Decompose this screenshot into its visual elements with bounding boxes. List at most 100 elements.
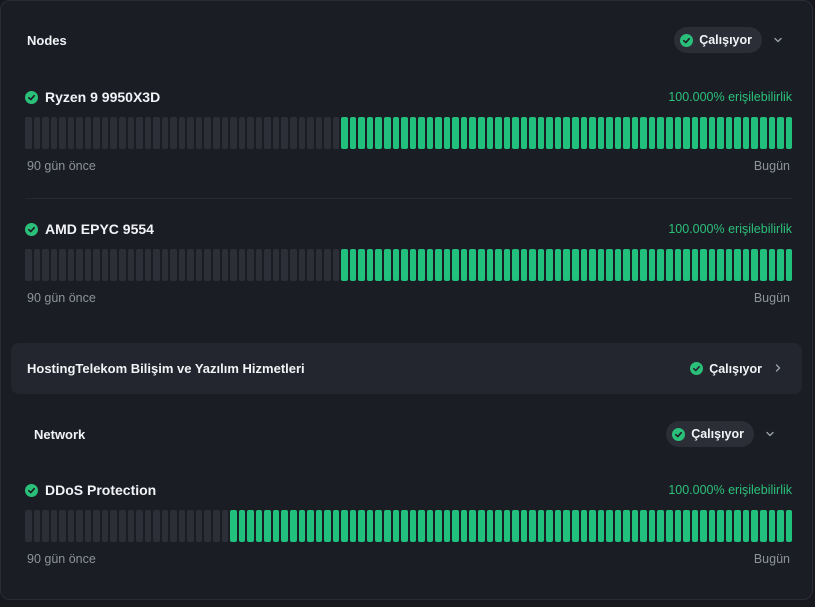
uptime-bar-up[interactable]	[495, 249, 502, 281]
uptime-bar-up[interactable]	[477, 249, 485, 281]
uptime-bar-up[interactable]	[717, 249, 724, 281]
uptime-bar-up[interactable]	[324, 510, 331, 542]
uptime-bar-up[interactable]	[700, 117, 707, 149]
uptime-bar-up[interactable]	[460, 249, 468, 281]
uptime-bar-up[interactable]	[383, 510, 391, 542]
uptime-bar-nodata[interactable]	[127, 117, 135, 149]
uptime-bar-up[interactable]	[640, 510, 647, 542]
uptime-bar-up[interactable]	[341, 249, 348, 281]
uptime-bar-up[interactable]	[760, 249, 767, 281]
uptime-bar-up[interactable]	[341, 117, 348, 149]
uptime-bar-nodata[interactable]	[25, 117, 32, 149]
uptime-bar-up[interactable]	[230, 510, 237, 542]
uptime-bar-nodata[interactable]	[59, 117, 66, 149]
uptime-bar-nodata[interactable]	[230, 249, 237, 281]
uptime-bar-up[interactable]	[358, 510, 365, 542]
uptime-bar-nodata[interactable]	[93, 249, 100, 281]
uptime-bar-nodata[interactable]	[298, 249, 306, 281]
uptime-bar-nodata[interactable]	[59, 249, 66, 281]
uptime-bar-nodata[interactable]	[213, 117, 220, 149]
uptime-bar-up[interactable]	[443, 117, 451, 149]
uptime-bar-up[interactable]	[546, 117, 553, 149]
uptime-bar-up[interactable]	[700, 249, 707, 281]
uptime-bar-up[interactable]	[572, 249, 579, 281]
uptime-bar-nodata[interactable]	[50, 249, 58, 281]
uptime-bar-up[interactable]	[768, 249, 776, 281]
uptime-bar-nodata[interactable]	[101, 117, 109, 149]
uptime-bar-up[interactable]	[614, 117, 622, 149]
uptime-bar-up[interactable]	[742, 117, 750, 149]
uptime-bar-nodata[interactable]	[84, 117, 92, 149]
uptime-bar-up[interactable]	[546, 510, 553, 542]
uptime-bar-nodata[interactable]	[136, 510, 143, 542]
uptime-bar-up[interactable]	[495, 117, 502, 149]
uptime-bar-up[interactable]	[409, 117, 417, 149]
uptime-bar-nodata[interactable]	[187, 249, 194, 281]
uptime-bar-up[interactable]	[375, 510, 382, 542]
uptime-bar-nodata[interactable]	[119, 510, 126, 542]
uptime-bar-nodata[interactable]	[324, 249, 331, 281]
uptime-bar-nodata[interactable]	[144, 510, 152, 542]
uptime-bar-up[interactable]	[409, 249, 417, 281]
uptime-bar-up[interactable]	[717, 510, 724, 542]
uptime-bar-up[interactable]	[785, 117, 793, 149]
uptime-bar-nodata[interactable]	[161, 249, 169, 281]
uptime-bar-nodata[interactable]	[101, 249, 109, 281]
uptime-bar-up[interactable]	[426, 249, 434, 281]
uptime-bar-nodata[interactable]	[110, 510, 118, 542]
uptime-bar-nodata[interactable]	[247, 249, 254, 281]
uptime-bar-up[interactable]	[529, 117, 536, 149]
uptime-bar-nodata[interactable]	[204, 249, 212, 281]
uptime-bar-up[interactable]	[537, 117, 545, 149]
uptime-bar-nodata[interactable]	[153, 117, 160, 149]
uptime-bar-up[interactable]	[341, 510, 348, 542]
uptime-bar-nodata[interactable]	[84, 510, 92, 542]
uptime-bar-nodata[interactable]	[187, 510, 194, 542]
uptime-bar-nodata[interactable]	[161, 117, 169, 149]
uptime-bar-nodata[interactable]	[332, 117, 340, 149]
uptime-bar-nodata[interactable]	[324, 117, 331, 149]
uptime-bar-up[interactable]	[640, 117, 647, 149]
uptime-bar-nodata[interactable]	[119, 249, 126, 281]
uptime-bar-nodata[interactable]	[255, 117, 263, 149]
uptime-bar-nodata[interactable]	[315, 249, 323, 281]
uptime-bar-up[interactable]	[289, 510, 297, 542]
uptime-bar-nodata[interactable]	[42, 510, 49, 542]
uptime-bar-nodata[interactable]	[170, 249, 177, 281]
chevron-down-icon[interactable]	[770, 33, 786, 48]
uptime-bar-nodata[interactable]	[67, 117, 75, 149]
uptime-bar-nodata[interactable]	[76, 249, 83, 281]
uptime-bar-nodata[interactable]	[170, 117, 177, 149]
uptime-bar-up[interactable]	[666, 510, 673, 542]
uptime-bar-nodata[interactable]	[50, 117, 58, 149]
uptime-bar-up[interactable]	[520, 117, 528, 149]
uptime-bar-nodata[interactable]	[178, 510, 186, 542]
uptime-bar-nodata[interactable]	[170, 510, 177, 542]
uptime-bar-nodata[interactable]	[178, 117, 186, 149]
uptime-bar-up[interactable]	[631, 117, 639, 149]
uptime-bar-up[interactable]	[725, 249, 733, 281]
uptime-bar-up[interactable]	[606, 117, 613, 149]
uptime-bar-up[interactable]	[572, 510, 579, 542]
uptime-bar-nodata[interactable]	[42, 249, 49, 281]
uptime-bar-up[interactable]	[469, 249, 476, 281]
uptime-bar-nodata[interactable]	[230, 117, 237, 149]
uptime-bar-up[interactable]	[691, 117, 699, 149]
uptime-bar-up[interactable]	[486, 249, 494, 281]
uptime-bar-up[interactable]	[452, 117, 459, 149]
uptime-bar-nodata[interactable]	[144, 117, 152, 149]
uptime-bar-up[interactable]	[486, 510, 494, 542]
uptime-bar-nodata[interactable]	[127, 249, 135, 281]
uptime-bar-nodata[interactable]	[127, 510, 135, 542]
nodes-section-header[interactable]: Nodes Çalışıyor	[11, 15, 802, 65]
uptime-bar-nodata[interactable]	[204, 510, 212, 542]
uptime-bar-up[interactable]	[383, 249, 391, 281]
uptime-bar-up[interactable]	[777, 510, 784, 542]
chevron-right-icon[interactable]	[770, 361, 786, 376]
uptime-bar-up[interactable]	[785, 249, 793, 281]
uptime-bar-up[interactable]	[580, 510, 588, 542]
uptime-bar-nodata[interactable]	[153, 249, 160, 281]
uptime-bar-nodata[interactable]	[67, 510, 75, 542]
uptime-bar-up[interactable]	[401, 510, 408, 542]
uptime-bar-up[interactable]	[657, 117, 665, 149]
